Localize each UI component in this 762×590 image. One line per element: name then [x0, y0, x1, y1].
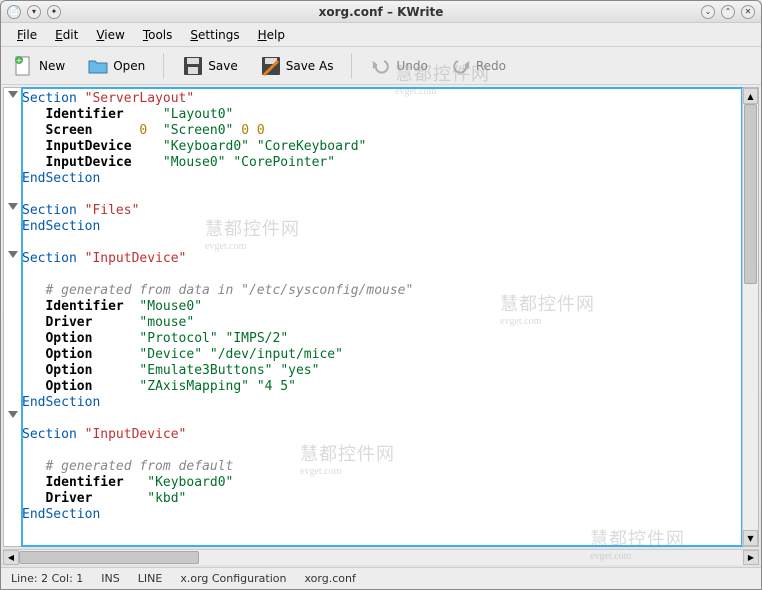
pin-icon[interactable]: ✦: [47, 5, 61, 19]
menubar: File Edit View Tools Settings Help: [1, 23, 761, 47]
menu-file[interactable]: File: [9, 25, 45, 45]
new-icon: +: [13, 55, 35, 77]
new-button[interactable]: + New: [9, 52, 69, 80]
titlebar[interactable]: 📄 ▾ ✦ xorg.conf – KWrite ⌄ ⌃ ✕: [1, 1, 761, 23]
scroll-left-button[interactable]: ◀: [3, 550, 19, 565]
fold-gutter[interactable]: [4, 88, 22, 546]
redo-label: Redo: [476, 59, 506, 73]
open-label: Open: [113, 59, 145, 73]
status-syntax: x.org Configuration: [180, 572, 286, 585]
scroll-thumb[interactable]: [19, 551, 199, 564]
window-title: xorg.conf – KWrite: [61, 5, 701, 19]
text-editor[interactable]: Section "ServerLayout" Identifier "Layou…: [22, 88, 742, 546]
menu-edit[interactable]: Edit: [47, 25, 86, 45]
scroll-thumb[interactable]: [744, 104, 757, 284]
menu-icon[interactable]: ▾: [27, 5, 41, 19]
app-icon[interactable]: 📄: [7, 5, 21, 19]
minimize-button[interactable]: ⌄: [701, 5, 715, 19]
main-window: 📄 ▾ ✦ xorg.conf – KWrite ⌄ ⌃ ✕ File Edit…: [0, 0, 762, 590]
menu-settings[interactable]: Settings: [182, 25, 247, 45]
horizontal-scrollbar[interactable]: ◀ ▶: [3, 549, 759, 565]
fold-marker-icon[interactable]: [8, 91, 18, 98]
undo-button[interactable]: Undo: [366, 52, 431, 80]
scroll-track[interactable]: [19, 550, 743, 565]
menu-tools[interactable]: Tools: [135, 25, 181, 45]
editor-area: Section "ServerLayout" Identifier "Layou…: [3, 87, 759, 547]
menu-view[interactable]: View: [88, 25, 132, 45]
status-linecol: Line: 2 Col: 1: [11, 572, 83, 585]
save-button[interactable]: Save: [178, 52, 241, 80]
statusbar: Line: 2 Col: 1 INS LINE x.org Configurat…: [1, 567, 761, 589]
status-ins: INS: [101, 572, 119, 585]
maximize-button[interactable]: ⌃: [721, 5, 735, 19]
redo-button[interactable]: Redo: [446, 52, 510, 80]
save-icon: [182, 55, 204, 77]
svg-text:+: +: [16, 56, 23, 65]
vertical-scrollbar[interactable]: ▲ ▼: [742, 88, 758, 546]
saveas-label: Save As: [286, 59, 334, 73]
status-mode: LINE: [138, 572, 163, 585]
scroll-right-button[interactable]: ▶: [743, 550, 759, 565]
close-button[interactable]: ✕: [741, 5, 755, 19]
scroll-track[interactable]: [743, 104, 758, 530]
toolbar: + New Open Save Save As Undo Redo: [1, 47, 761, 85]
menu-help[interactable]: Help: [250, 25, 293, 45]
saveas-icon: [260, 55, 282, 77]
fold-marker-icon[interactable]: [8, 411, 18, 418]
open-button[interactable]: Open: [83, 52, 149, 80]
fold-marker-icon[interactable]: [8, 251, 18, 258]
separator: [351, 53, 352, 79]
separator: [163, 53, 164, 79]
scroll-down-button[interactable]: ▼: [743, 530, 758, 546]
undo-icon: [370, 55, 392, 77]
fold-marker-icon[interactable]: [8, 203, 18, 210]
undo-label: Undo: [396, 59, 427, 73]
open-icon: [87, 55, 109, 77]
scroll-up-button[interactable]: ▲: [743, 88, 758, 104]
new-label: New: [39, 59, 65, 73]
redo-icon: [450, 55, 472, 77]
status-file: xorg.conf: [304, 572, 355, 585]
saveas-button[interactable]: Save As: [256, 52, 338, 80]
save-label: Save: [208, 59, 237, 73]
